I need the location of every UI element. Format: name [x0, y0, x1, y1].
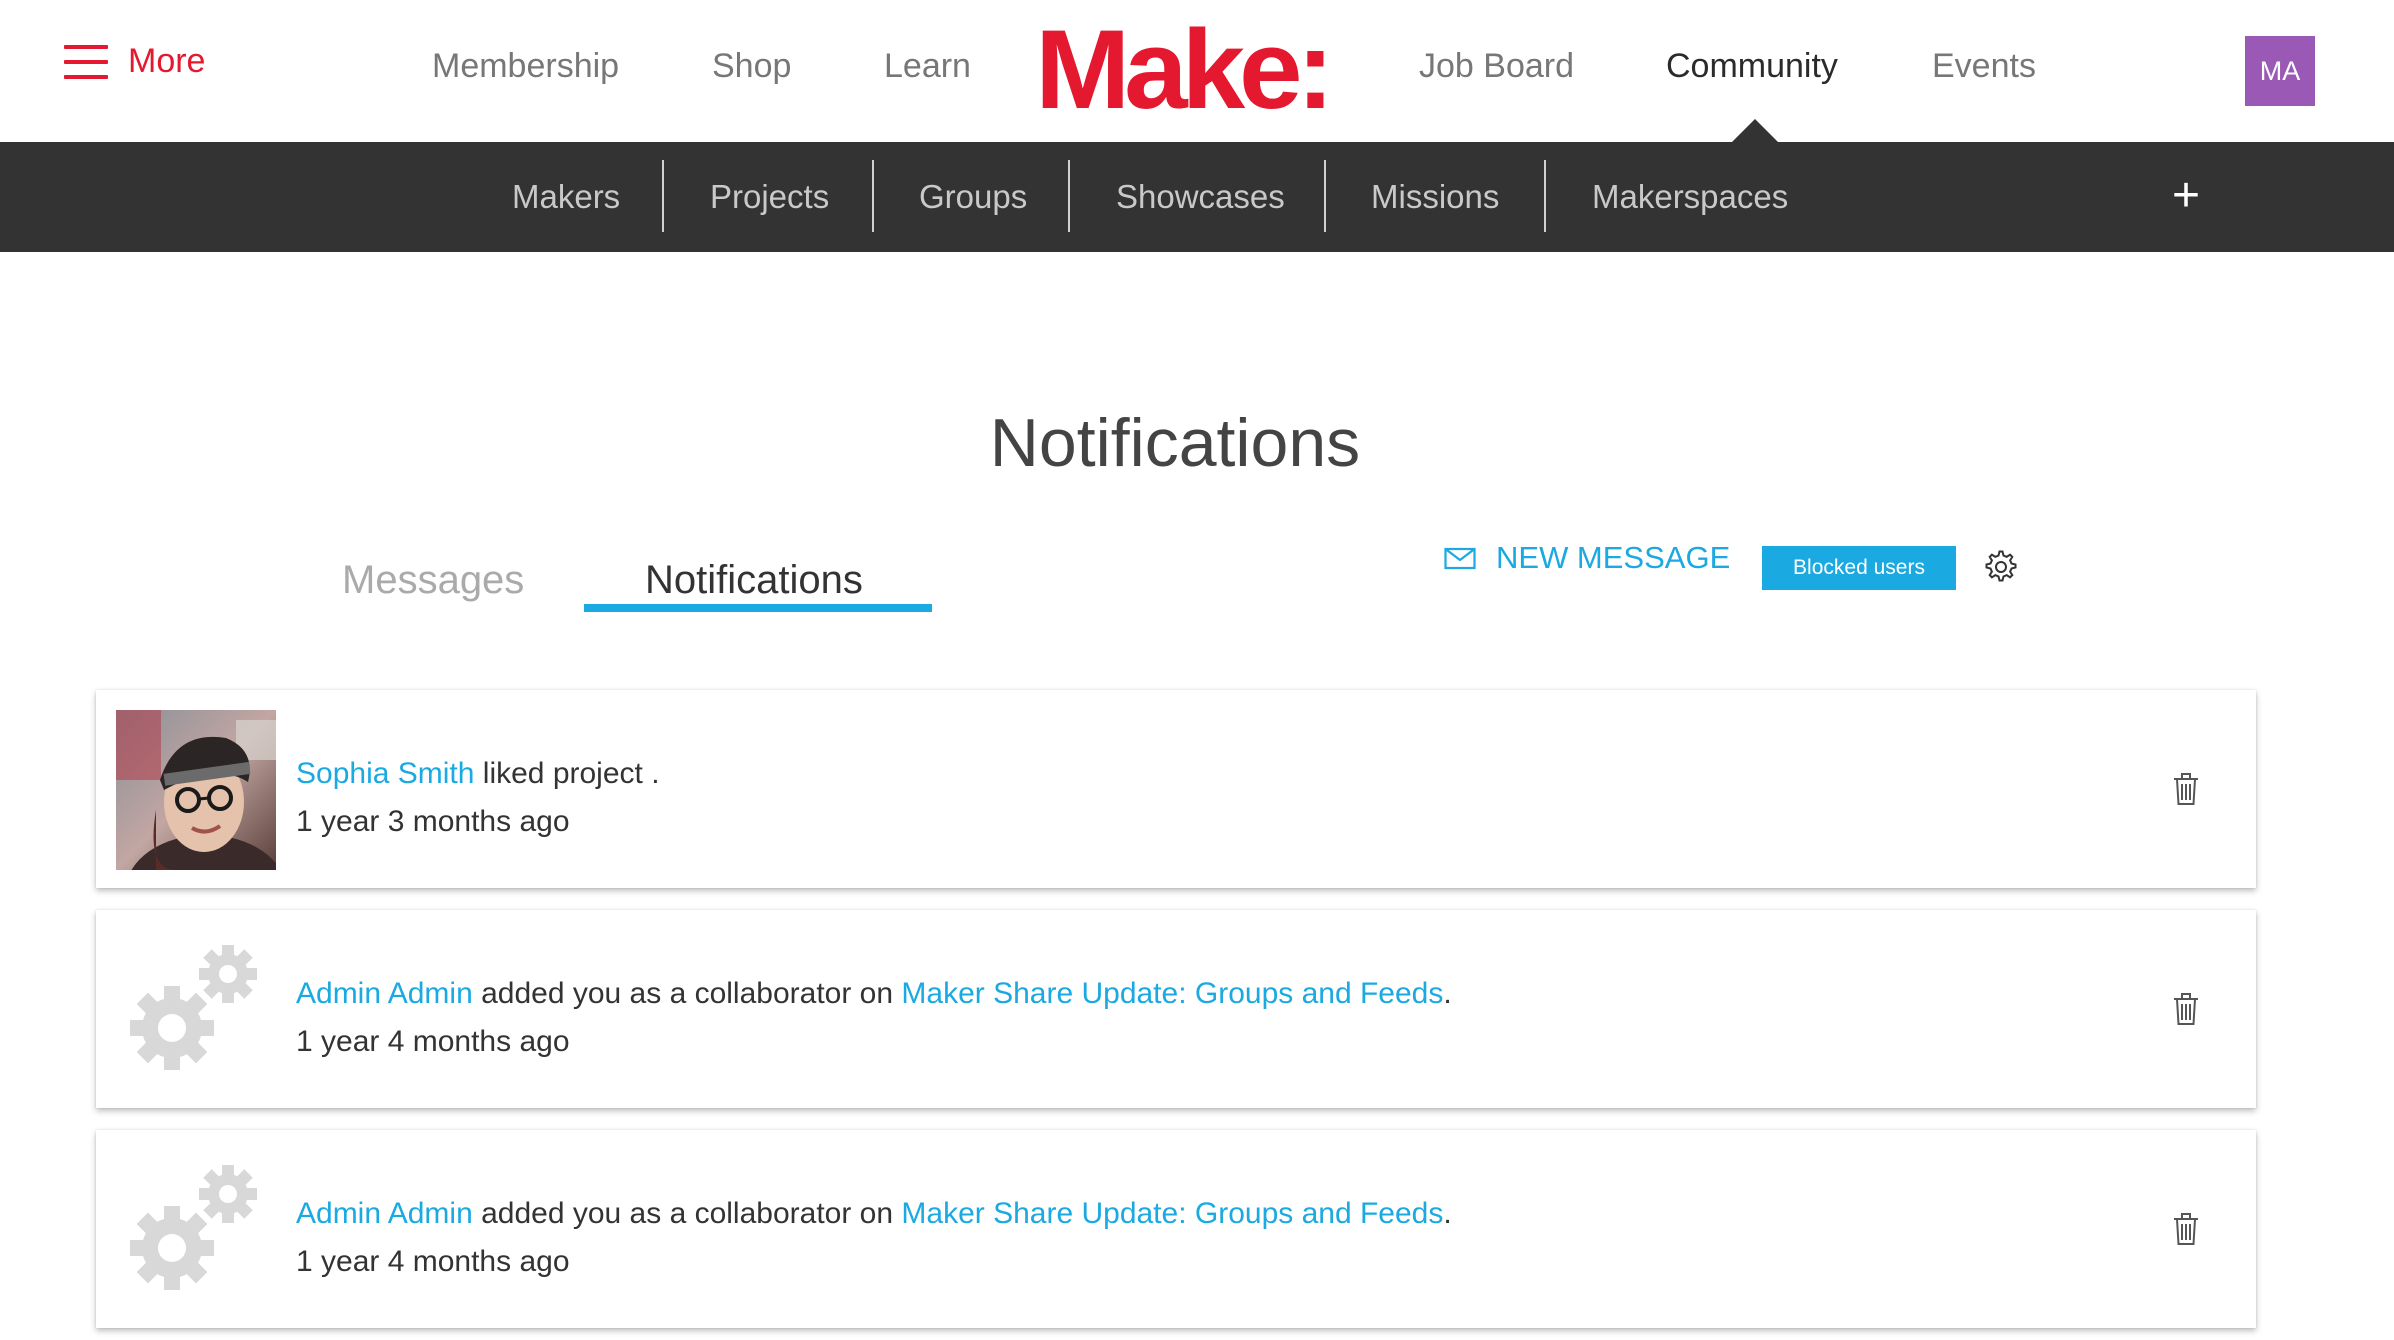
nav-learn[interactable]: Learn: [884, 44, 971, 88]
subnav-missions[interactable]: Missions: [1371, 142, 1499, 252]
notification-item: Admin Admin added you as a collaborator …: [96, 910, 2256, 1108]
community-subnav: Makers Projects Groups Showcases Mission…: [0, 142, 2394, 252]
actor-link[interactable]: Admin Admin: [296, 977, 473, 1010]
more-menu-label: More: [128, 42, 206, 80]
blocked-users-button[interactable]: Blocked users: [1762, 546, 1956, 590]
notification-time: 1 year 4 months ago: [296, 1245, 570, 1278]
notification-item: Admin Admin added you as a collaborator …: [96, 1130, 2256, 1328]
trash-icon[interactable]: [2172, 772, 2200, 806]
user-photo[interactable]: [116, 710, 276, 870]
gears-icon: [130, 1165, 257, 1290]
subnav-groups[interactable]: Groups: [919, 142, 1027, 252]
tab-notifications[interactable]: Notifications: [645, 553, 863, 607]
settings-gear-icon[interactable]: [1983, 549, 2019, 585]
subnav-showcases[interactable]: Showcases: [1116, 142, 1285, 252]
trash-icon[interactable]: [2172, 1212, 2200, 1246]
notification-item: Sophia Smith liked project . 1 year 3 mo…: [96, 690, 2256, 888]
add-button[interactable]: +: [2172, 142, 2200, 252]
tab-messages[interactable]: Messages: [342, 553, 524, 607]
notification-suffix: .: [1443, 1197, 1452, 1230]
project-link[interactable]: Maker Share Update: Groups and Feeds: [901, 1197, 1443, 1230]
notification-action: liked project .: [482, 757, 660, 790]
hamburger-icon: [64, 44, 108, 79]
notification-text: Admin Admin added you as a collaborator …: [296, 1190, 1452, 1286]
envelope-icon: [1444, 547, 1476, 570]
nav-job-board[interactable]: Job Board: [1419, 44, 1574, 88]
gears-icon: [130, 945, 257, 1070]
trash-icon[interactable]: [2172, 992, 2200, 1026]
notification-time: 1 year 3 months ago: [296, 805, 570, 838]
nav-shop[interactable]: Shop: [712, 44, 791, 88]
notification-text: Sophia Smith liked project . 1 year 3 mo…: [296, 750, 660, 846]
nav-events[interactable]: Events: [1932, 44, 2036, 88]
make-logo[interactable]: Make:: [1035, 14, 1334, 126]
active-nav-caret: [1732, 119, 1778, 142]
top-header: More Membership Shop Learn Job Board Com…: [0, 0, 2394, 142]
more-menu-button[interactable]: More: [64, 42, 205, 81]
user-avatar[interactable]: MA: [2245, 36, 2315, 106]
notification-action: added you as a collaborator on: [472, 1197, 894, 1230]
notification-action: added you as a collaborator on: [472, 977, 894, 1010]
new-message-label: NEW MESSAGE: [1496, 540, 1731, 575]
project-link[interactable]: Maker Share Update: Groups and Feeds: [901, 977, 1443, 1010]
page-title: Notifications: [989, 405, 1361, 481]
notification-text: Admin Admin added you as a collaborator …: [296, 970, 1452, 1066]
subnav-divider: [872, 160, 874, 232]
notification-time: 1 year 4 months ago: [296, 1025, 570, 1058]
active-tab-indicator: [584, 604, 932, 612]
subnav-projects[interactable]: Projects: [710, 142, 829, 252]
actor-link[interactable]: Admin Admin: [296, 1197, 473, 1230]
subnav-divider: [1068, 160, 1070, 232]
nav-membership[interactable]: Membership: [432, 44, 619, 88]
subnav-makerspaces[interactable]: Makerspaces: [1592, 142, 1788, 252]
subnav-makers[interactable]: Makers: [512, 142, 620, 252]
subnav-divider: [662, 160, 664, 232]
notification-suffix: .: [1443, 977, 1452, 1010]
new-message-button[interactable]: NEW MESSAGE: [1444, 540, 1730, 576]
nav-community[interactable]: Community: [1666, 44, 1838, 88]
subnav-divider: [1544, 160, 1546, 232]
subnav-divider: [1324, 160, 1326, 232]
actor-link[interactable]: Sophia Smith: [296, 757, 474, 790]
